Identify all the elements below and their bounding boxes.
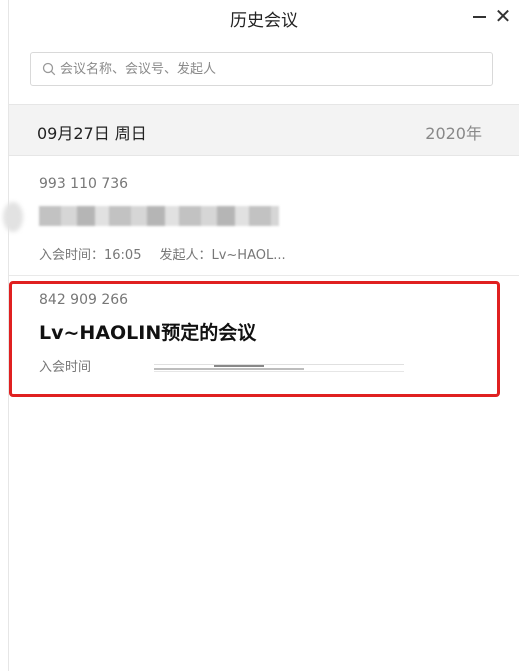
meeting-id: 842 909 266 (39, 292, 129, 308)
meeting-title-redacted (39, 206, 279, 226)
join-time: 入会时间：16:05 (39, 248, 142, 263)
meeting-info: 入会时间：16:05 发起人：Lv~HAOL... (39, 244, 286, 263)
search-input[interactable] (60, 54, 480, 84)
join-time-redacted (154, 364, 404, 372)
close-icon: ✕ (494, 4, 512, 28)
blurred-avatar (3, 202, 23, 232)
meeting-id: 993 110 736 (39, 176, 129, 192)
meeting-info: 入会时间 (39, 356, 91, 375)
meeting-item[interactable]: 842 909 266 Lv~HAOLIN预定的会议 入会时间 (9, 278, 519, 396)
search-icon (42, 62, 56, 76)
window-title: 历史会议 (230, 11, 298, 31)
search-box[interactable] (30, 52, 493, 86)
date-group-header: 09月27日 周日 2020年 (9, 104, 519, 156)
close-button[interactable]: ✕ (492, 5, 514, 27)
join-time-label: 入会时间 (39, 360, 92, 375)
minimize-icon (473, 16, 486, 18)
date-label: 09月27日 周日 (37, 124, 147, 143)
title-bar: 历史会议 ✕ (9, 0, 519, 36)
minimize-button[interactable] (468, 5, 490, 27)
initiator: 发起人：Lv~HAOL... (159, 248, 286, 263)
meeting-item[interactable]: 993 110 736 入会时间：16:05 发起人：Lv~HAOL... (3, 158, 519, 276)
left-panel-edge (0, 0, 9, 671)
history-meetings-window: 历史会议 ✕ 09月27日 周日 2020年 993 110 736 入会时间：… (0, 0, 519, 671)
meeting-title: Lv~HAOLIN预定的会议 (39, 322, 257, 344)
year-label: 2020年 (425, 124, 482, 143)
